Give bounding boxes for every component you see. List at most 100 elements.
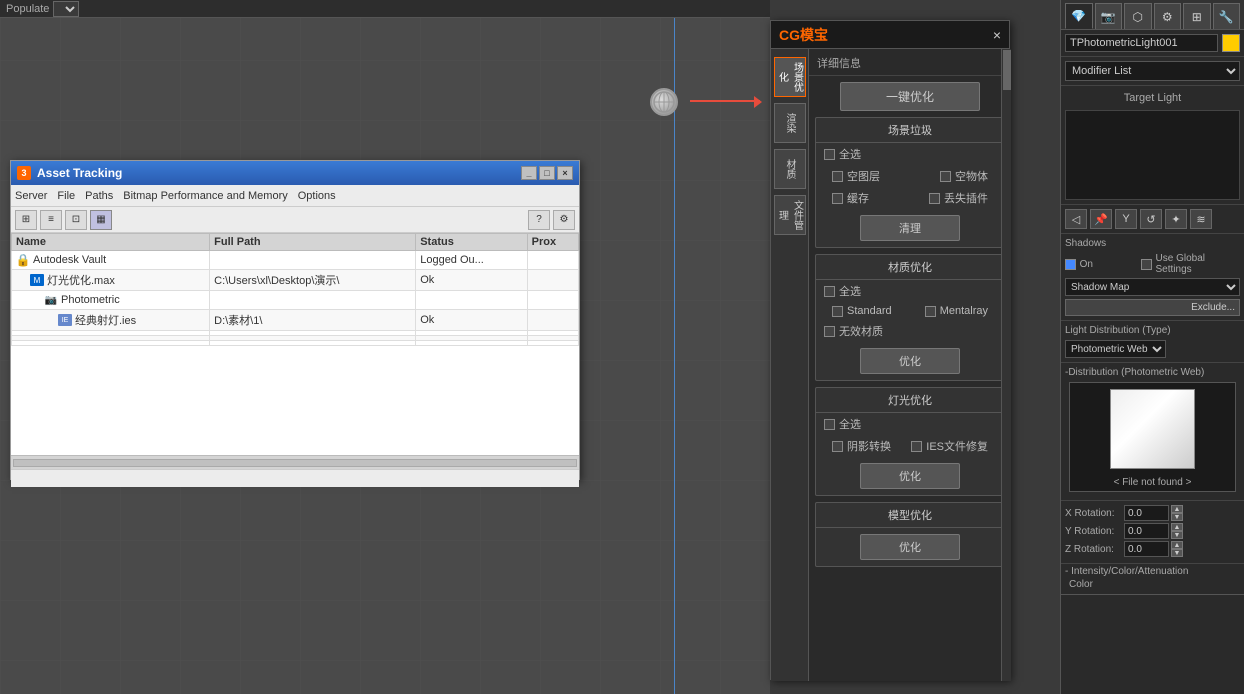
one-click-optimize-button[interactable]: 一键优化: [840, 82, 980, 111]
populate-dropdown[interactable]: [53, 1, 79, 17]
invalid-mat-checkbox[interactable]: [824, 326, 835, 337]
tab-display[interactable]: ⊞: [1183, 3, 1211, 29]
shadow-type-select[interactable]: Shadow Map: [1065, 278, 1240, 296]
row-name: M 灯光优化.max: [12, 270, 210, 291]
z-rotation-down[interactable]: ▼: [1171, 549, 1183, 557]
col-status: Status: [416, 234, 527, 251]
standard-mat-checkbox[interactable]: [832, 306, 843, 317]
table-row[interactable]: 🔒 Autodesk Vault Logged Ou...: [12, 251, 579, 270]
shadows-on-checkbox[interactable]: [1065, 259, 1076, 270]
window-controls[interactable]: _ □ ×: [521, 166, 573, 180]
viewport: Populate 3 Asset Tracking _: [0, 0, 770, 694]
missing-plugin-checkbox[interactable]: [929, 193, 940, 204]
mentalray-mat-checkbox[interactable]: [925, 306, 936, 317]
light-distribution-label: Light Distribution (Type): [1065, 325, 1240, 336]
toolbar-btn-1[interactable]: ⊞: [15, 210, 37, 230]
minimize-button[interactable]: _: [521, 166, 537, 180]
asset-titlebar[interactable]: 3 Asset Tracking _ □ ×: [11, 161, 579, 185]
tab-hierarchy[interactable]: ⬡: [1124, 3, 1152, 29]
ies-repair-checkbox[interactable]: [911, 441, 922, 452]
x-rotation-up[interactable]: ▲: [1171, 505, 1183, 513]
z-rotation-up[interactable]: ▲: [1171, 541, 1183, 549]
tool-script-btn[interactable]: ≋: [1190, 209, 1212, 229]
toolbar-btn-settings[interactable]: ⚙: [553, 210, 575, 230]
table-row[interactable]: [12, 341, 579, 346]
z-rotation-input[interactable]: [1124, 541, 1169, 557]
toolbar-btn-2[interactable]: ≡: [40, 210, 62, 230]
asset-window-title: Asset Tracking: [37, 166, 122, 180]
z-rotation-row: Z Rotation: ▲ ▼: [1065, 541, 1240, 557]
tab-modify[interactable]: 💎: [1065, 3, 1093, 29]
clean-button[interactable]: 清理: [860, 215, 960, 241]
cg-scrollbar[interactable]: [1001, 49, 1011, 681]
light-optimize-button[interactable]: 优化: [860, 463, 960, 489]
tool-pin-btn[interactable]: 📌: [1090, 209, 1112, 229]
tab-motion[interactable]: ⚙: [1154, 3, 1182, 29]
toolbar-btn-3[interactable]: ⊡: [65, 210, 87, 230]
x-rotation-input[interactable]: [1124, 505, 1169, 521]
menu-server[interactable]: Server: [15, 190, 47, 202]
tab-utilities[interactable]: 🔧: [1213, 3, 1241, 29]
intensity-section: - Intensity/Color/Attenuation Color: [1061, 564, 1244, 595]
empty-object-checkbox[interactable]: [940, 171, 951, 182]
menu-paths[interactable]: Paths: [85, 190, 113, 202]
tool-y-btn[interactable]: Y: [1115, 209, 1137, 229]
color-swatch[interactable]: [1222, 34, 1240, 52]
props-modifier-row: Modifier List: [1061, 57, 1244, 86]
modifier-list-select[interactable]: Modifier List: [1065, 61, 1240, 81]
sidebar-item-file-manage[interactable]: 文件管理: [774, 195, 806, 235]
col-name: Name: [12, 234, 210, 251]
light-select-all-checkbox[interactable]: [824, 419, 835, 430]
z-rotation-spinner: ▲ ▼: [1124, 541, 1183, 557]
toolbar-btn-4[interactable]: ▦: [90, 210, 112, 230]
model-opt-section: 模型优化 优化: [815, 502, 1005, 567]
object-name-input[interactable]: [1065, 34, 1218, 52]
sidebar-item-render[interactable]: 渲染: [774, 103, 806, 143]
empty-layer-row: 空图层: [824, 165, 888, 187]
menu-bitmap[interactable]: Bitmap Performance and Memory: [123, 190, 287, 202]
scrollbar-track[interactable]: [13, 459, 577, 467]
y-rotation-down[interactable]: ▼: [1171, 531, 1183, 539]
detail-label: 详细信息: [809, 49, 1011, 76]
select-all-checkbox[interactable]: [824, 149, 835, 160]
toolbar-btn-help[interactable]: ?: [528, 210, 550, 230]
sidebar-item-material[interactable]: 材质: [774, 149, 806, 189]
light-distribution-select[interactable]: Photometric Web: [1065, 340, 1166, 358]
shadows-section: Shadows On Use Global Settings Shadow Ma…: [1061, 234, 1244, 321]
light-object[interactable]: [650, 88, 678, 116]
distribution-web-label: -Distribution (Photometric Web): [1065, 367, 1240, 378]
model-optimize-button[interactable]: 优化: [860, 534, 960, 560]
y-rotation-input[interactable]: [1124, 523, 1169, 539]
maximize-button[interactable]: □: [539, 166, 555, 180]
props-tabs: 💎 📷 ⬡ ⚙ ⊞ 🔧: [1061, 0, 1244, 30]
scrollbar-thumb[interactable]: [1003, 50, 1011, 90]
tool-snap-btn[interactable]: ✦: [1165, 209, 1187, 229]
tool-rotate-btn[interactable]: ↺: [1140, 209, 1162, 229]
menu-file[interactable]: File: [57, 190, 75, 202]
x-rotation-down[interactable]: ▼: [1171, 513, 1183, 521]
table-row[interactable]: 📷 Photometric: [12, 291, 579, 310]
shadow-convert-checkbox[interactable]: [832, 441, 843, 452]
close-button[interactable]: ×: [557, 166, 573, 180]
empty-layer-checkbox[interactable]: [832, 171, 843, 182]
distribution-web-section: -Distribution (Photometric Web) < File n…: [1061, 363, 1244, 501]
cache-checkbox[interactable]: [832, 193, 843, 204]
table-row[interactable]: M 灯光优化.max C:\Users\xl\Desktop\演示\ Ok: [12, 270, 579, 291]
exclude-button[interactable]: Exclude...: [1065, 299, 1240, 316]
sidebar-item-scene-optimize[interactable]: 场景优化: [774, 57, 806, 97]
arrow-line: [690, 100, 760, 102]
menu-options[interactable]: Options: [298, 190, 336, 202]
material-optimize-button[interactable]: 优化: [860, 348, 960, 374]
tool-back-btn[interactable]: ◁: [1065, 209, 1087, 229]
table-row[interactable]: IE 经典射灯.ies D:\素材\1\ Ok: [12, 310, 579, 331]
ies-icon: IE: [58, 314, 72, 326]
file-not-found-label: < File not found >: [1112, 475, 1194, 490]
tab-create[interactable]: 📷: [1095, 3, 1123, 29]
asset-scrollbar[interactable]: [11, 455, 579, 469]
cg-close-button[interactable]: ×: [993, 27, 1001, 43]
target-light-section: Target Light: [1061, 86, 1244, 205]
shadows-global-checkbox[interactable]: [1141, 259, 1152, 270]
mat-select-all-checkbox[interactable]: [824, 286, 835, 297]
y-rotation-up[interactable]: ▲: [1171, 523, 1183, 531]
scene-trash-title: 场景垃圾: [816, 118, 1004, 143]
